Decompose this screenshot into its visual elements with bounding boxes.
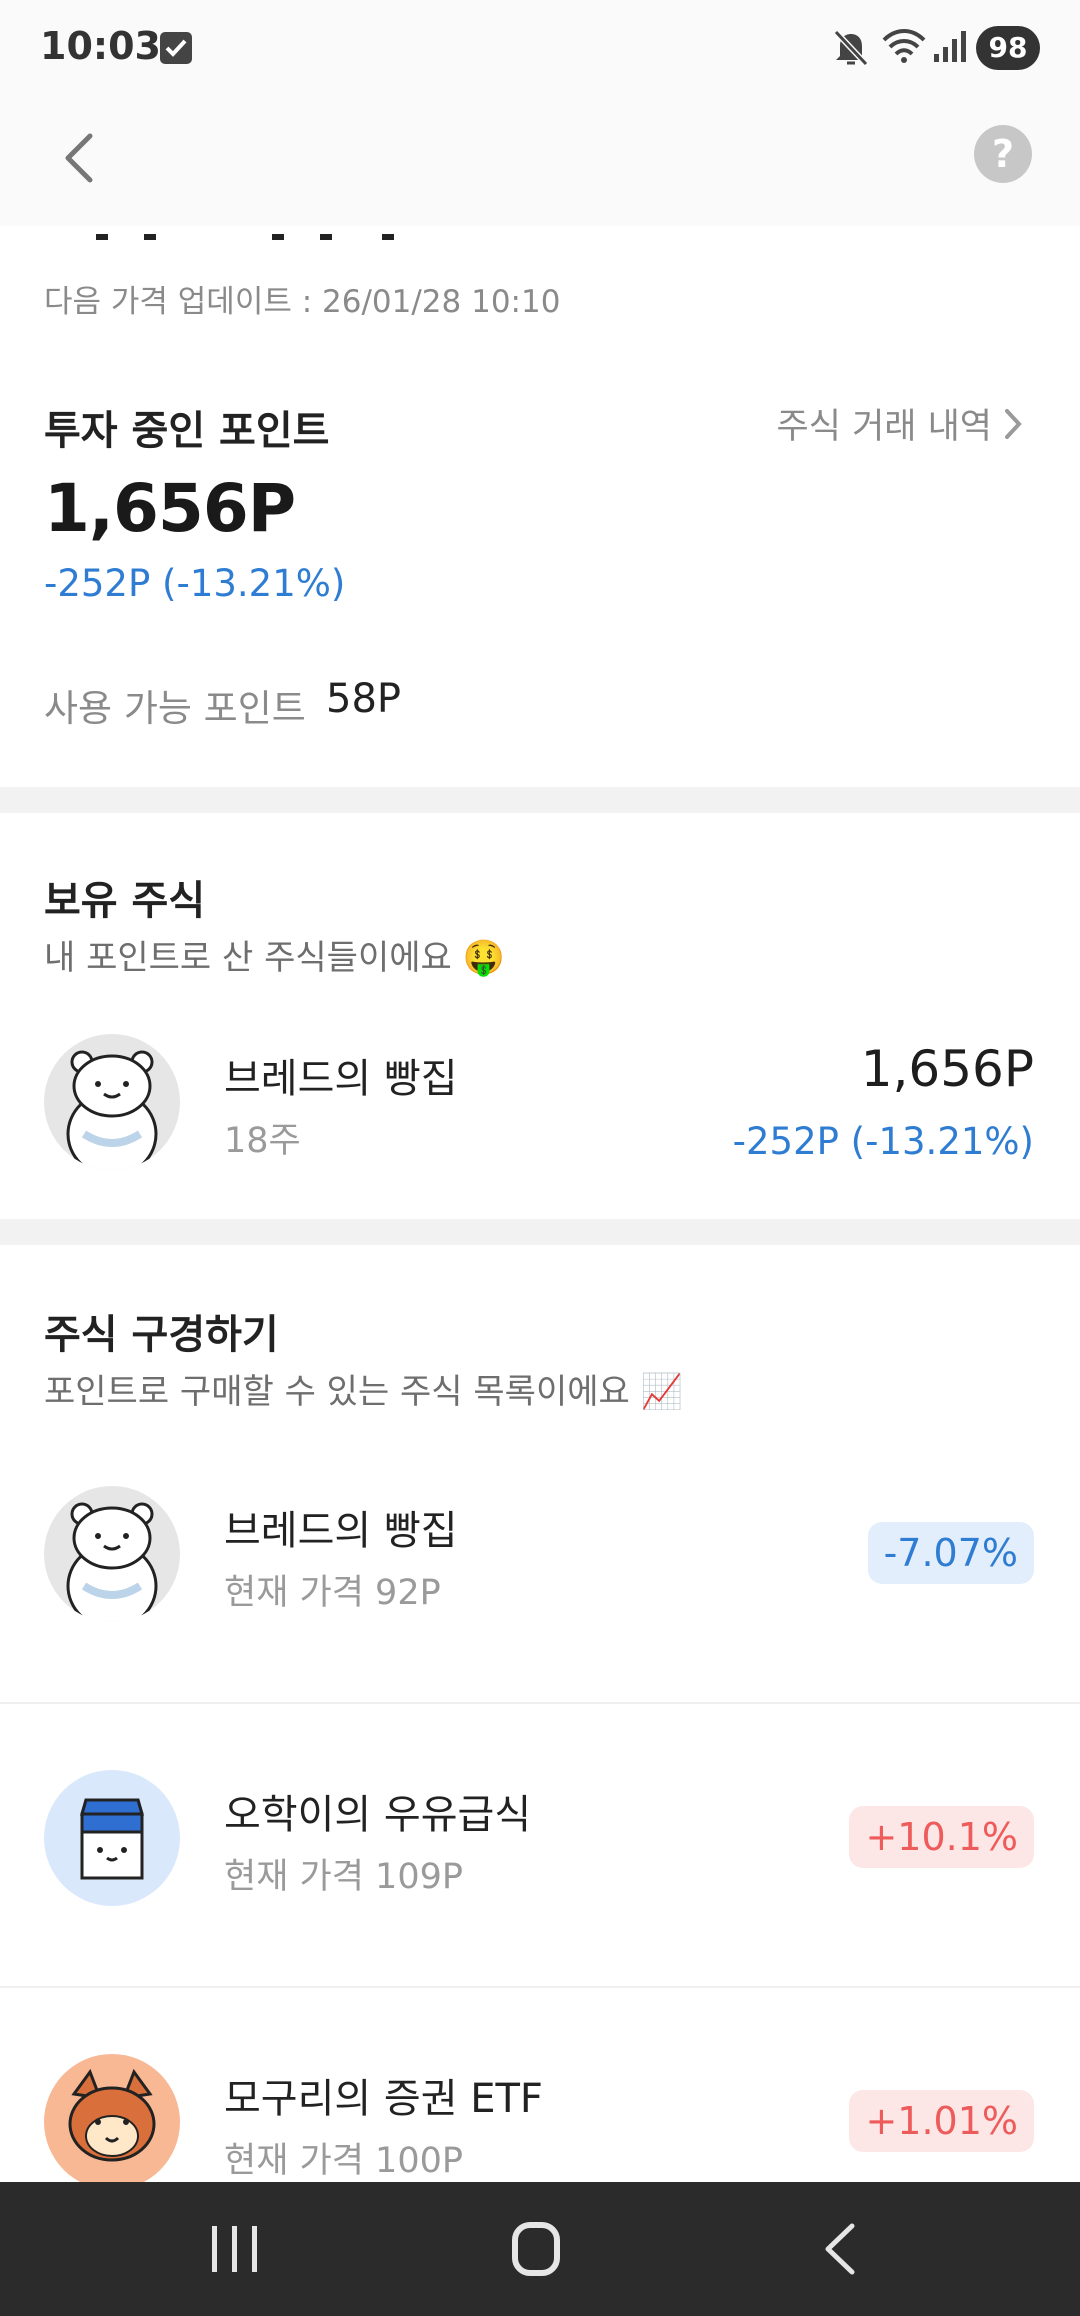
status-time: 10:03 [40, 24, 161, 68]
scrolled-content-edge [96, 226, 416, 246]
bear-avatar-icon [44, 1034, 180, 1170]
holding-change: -252P (-13.21%) [732, 1120, 1034, 1163]
milk-carton-avatar-icon [44, 1770, 180, 1906]
stock-price: 현재 가격 109P [224, 1857, 463, 1897]
row-divider [0, 1986, 1080, 1988]
app-header [0, 96, 1080, 226]
status-bar: 10:03 98 [0, 0, 1080, 96]
stock-price: 현재 가격 92P [224, 1573, 441, 1613]
recent-apps-icon[interactable] [210, 2222, 260, 2276]
holding-shares: 18주 [224, 1121, 301, 1161]
section-divider [0, 787, 1080, 813]
home-icon[interactable] [512, 2222, 560, 2276]
stock-name: 오학이의 우유급식 [224, 1792, 532, 1838]
available-points-value: 58P [326, 676, 402, 722]
chevron-left-icon[interactable] [52, 128, 112, 188]
battery-indicator: 98 [976, 26, 1040, 70]
stock-name: 모구리의 증권 ETF [224, 2076, 543, 2122]
question-mark-icon: ? [991, 132, 1015, 176]
help-button[interactable]: ? [974, 125, 1032, 183]
chevron-right-icon [1005, 408, 1022, 439]
wifi-icon [882, 29, 926, 63]
invest-total-value: 1,656P [44, 470, 296, 547]
holdings-subtitle: 내 포인트로 산 주식들이에요 🤑 [44, 938, 505, 978]
stock-rate-badge: -7.07% [867, 1522, 1034, 1584]
system-navigation-bar [0, 2182, 1080, 2316]
stock-price: 현재 가격 100P [224, 2141, 463, 2181]
row-divider [0, 1702, 1080, 1704]
mute-icon [833, 29, 869, 67]
stock-rate-badge: +10.1% [849, 1806, 1034, 1868]
holdings-title: 보유 주식 [44, 878, 206, 924]
invest-change-value: -252P (-13.21%) [44, 562, 346, 605]
holding-name: 브레드의 빵집 [224, 1056, 458, 1102]
signal-icon [934, 31, 966, 62]
section-divider [0, 1219, 1080, 1245]
fox-avatar-icon [44, 2054, 180, 2190]
trade-history-label: 주식 거래 내역 [776, 407, 992, 447]
checkbox-notification-icon [160, 32, 192, 64]
available-points-label: 사용 가능 포인트 [44, 687, 306, 730]
stock-rate-badge: +1.01% [849, 2090, 1034, 2152]
stock-name: 브레드의 빵집 [224, 1508, 458, 1554]
bear-avatar-icon [44, 1486, 180, 1622]
market-subtitle: 포인트로 구매할 수 있는 주식 목록이에요 📈 [44, 1372, 683, 1412]
back-icon[interactable] [820, 2222, 860, 2276]
invest-points-title: 투자 중인 포인트 [44, 408, 330, 454]
holding-value: 1,656P [860, 1040, 1034, 1098]
trade-history-link[interactable]: 주식 거래 내역 [777, 398, 1024, 449]
market-title: 주식 구경하기 [44, 1312, 279, 1358]
price-update-time: 다음 가격 업데이트 : 26/01/28 10:10 [44, 284, 561, 320]
